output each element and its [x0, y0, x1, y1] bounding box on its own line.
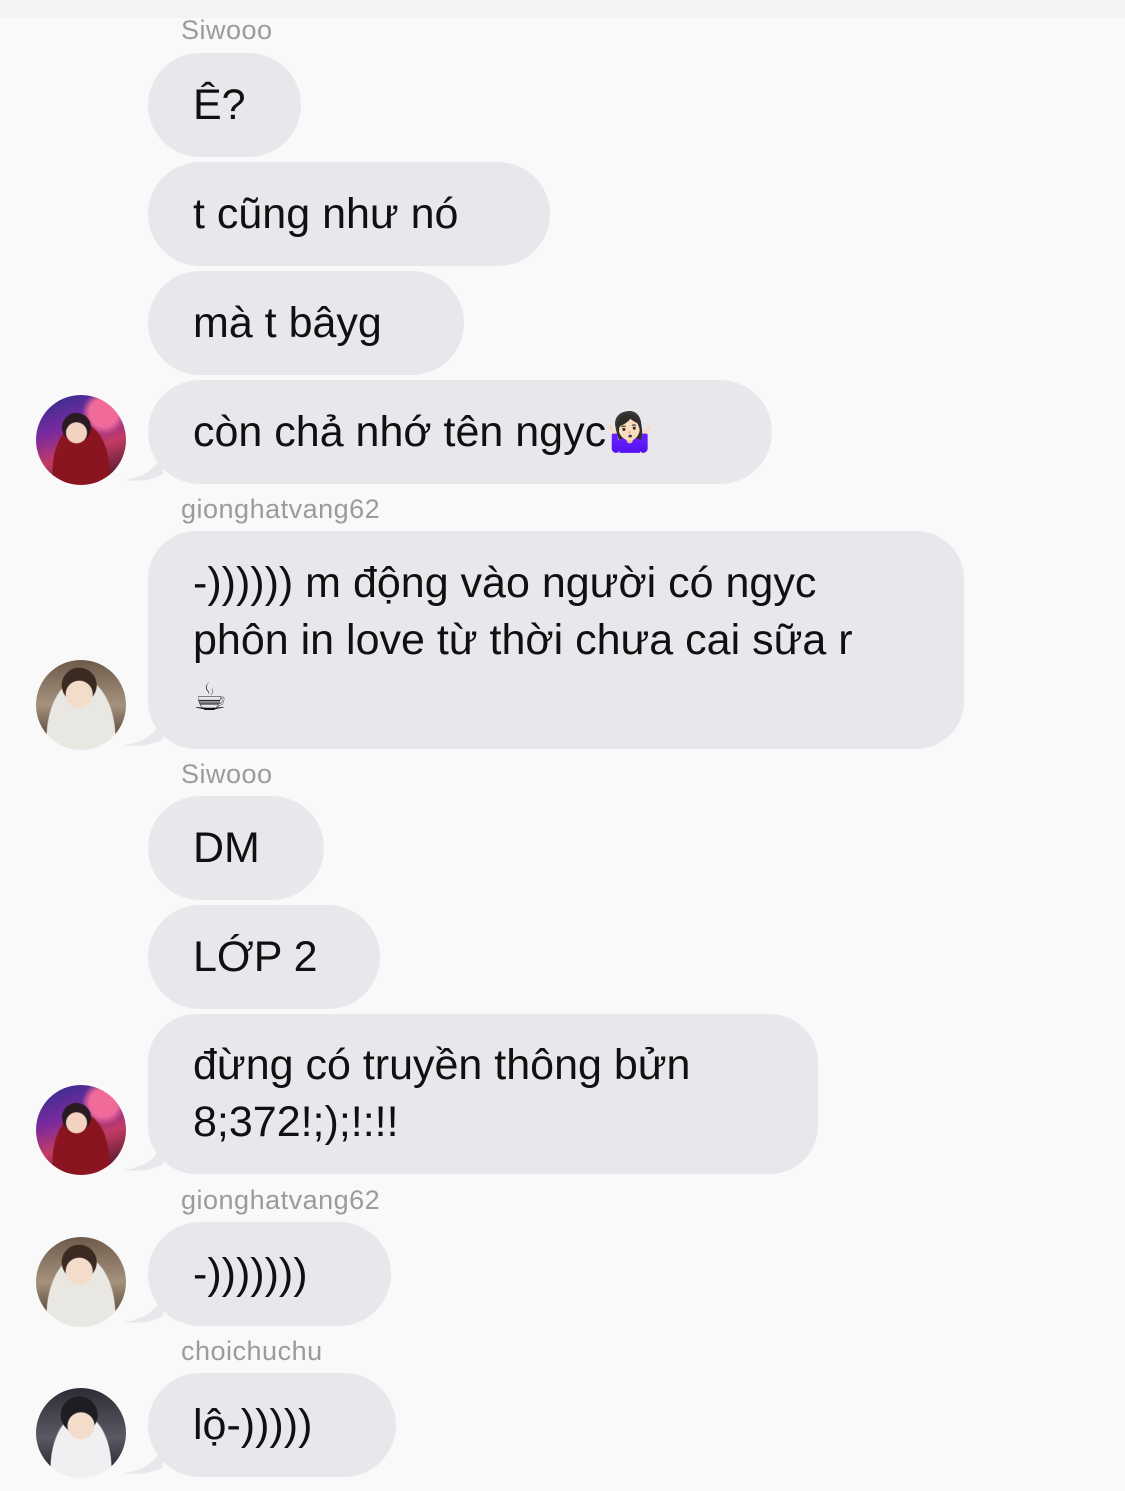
message-bubble[interactable]: -))))))): [148, 1222, 391, 1326]
message-text-line: đừng có truyền thông bửn: [193, 1041, 691, 1089]
message-bubble[interactable]: mà t bâyg: [148, 271, 464, 375]
sender-name: choichuchu: [181, 1336, 323, 1366]
avatar-gionghatvang62[interactable]: [36, 1237, 126, 1327]
message-bubble[interactable]: t cũng như nó: [148, 162, 550, 266]
shrug-emoji: 🤷🏻‍♀️: [606, 409, 654, 454]
message-text: DM: [193, 823, 260, 872]
message-text: còn chả nhớ tên ngyc: [193, 407, 607, 456]
message-text-line: -)))))) m động vào người có ngyc: [193, 558, 817, 607]
avatar-siwooo[interactable]: [36, 1085, 126, 1175]
message-text: t cũng như nó: [193, 189, 459, 238]
bubble-tail: [123, 717, 163, 746]
sender-name: Siwooo: [181, 15, 273, 45]
bubble-tail: [123, 1294, 163, 1323]
sender-name: gionghatvang62: [181, 1185, 381, 1215]
avatar-gionghatvang62[interactable]: [36, 660, 126, 750]
message-bubble[interactable]: đừng có truyền thông bửn 8;372!;);!:!!: [148, 1014, 818, 1174]
message-text: mà t bâyg: [193, 298, 382, 347]
bubble-tail: [123, 1142, 163, 1171]
message-text: LỚP 2: [193, 932, 318, 981]
message-bubble[interactable]: DM: [148, 796, 324, 900]
message-text-line: 8;372!;);!:!!: [193, 1098, 399, 1146]
top-strip: [0, 0, 1125, 18]
message-text: Ê?: [193, 80, 246, 129]
bubble-tail: [123, 1445, 163, 1474]
message-text: -))))))): [193, 1249, 308, 1298]
message-text: lộ-))))): [193, 1400, 313, 1449]
sender-name: Siwooo: [181, 759, 273, 789]
avatar-choichuchu[interactable]: [36, 1388, 126, 1478]
message-bubble[interactable]: lộ-))))): [148, 1373, 396, 1477]
message-bubble[interactable]: còn chả nhớ tên ngyc 🤷🏻‍♀️: [148, 380, 772, 484]
sender-name: gionghatvang62: [181, 494, 381, 524]
bubble-tail: [123, 452, 163, 481]
chat-thread: Siwooo Ê? t cũng như nó mà t bâyg còn ch…: [0, 0, 1125, 1491]
coffee-emoji: ☕: [193, 674, 228, 719]
message-bubble[interactable]: LỚP 2: [148, 905, 380, 1009]
avatar-siwooo[interactable]: [36, 395, 126, 485]
message-bubble[interactable]: Ê?: [148, 53, 301, 157]
message-bubble[interactable]: -)))))) m động vào người có ngyc phôn in…: [148, 531, 964, 749]
message-text-line: phôn in love từ thời chưa cai sữa r: [193, 615, 853, 664]
